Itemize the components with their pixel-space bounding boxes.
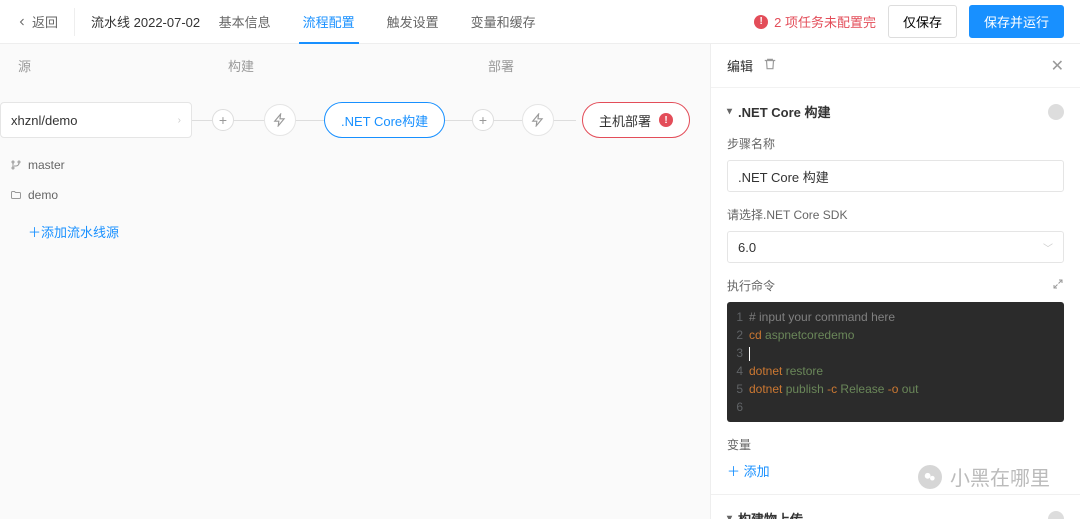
sdk-value: 6.0 xyxy=(738,240,756,255)
remove-artifact-button[interactable] xyxy=(1048,511,1064,519)
save-button[interactable]: 仅保存 xyxy=(888,5,957,38)
label-step-name: 步骤名称 xyxy=(727,135,1064,152)
source-dir: demo xyxy=(10,188,710,202)
tab-flow[interactable]: 流程配置 xyxy=(287,0,371,44)
tabs: 基本信息 流程配置 触发设置 变量和缓存 xyxy=(203,0,552,44)
tab-basic[interactable]: 基本信息 xyxy=(203,0,287,44)
bolt-icon xyxy=(273,113,287,127)
build-node-label: .NET Core构建 xyxy=(341,111,428,130)
code-line: # input your command here xyxy=(749,310,895,324)
source-node[interactable]: xhznl/demo › xyxy=(0,102,192,138)
chevron-left-icon xyxy=(16,16,28,28)
save-and-run-button[interactable]: 保存并运行 xyxy=(969,5,1064,38)
column-headers: 源 构建 部署 xyxy=(0,44,710,84)
label-sdk: 请选择.NET Core SDK xyxy=(727,206,1064,223)
deploy-node[interactable]: 主机部署 ! xyxy=(582,102,690,138)
folder-icon xyxy=(10,189,22,201)
delete-button[interactable] xyxy=(763,57,777,74)
back-button[interactable]: 返回 xyxy=(16,8,75,36)
col-build: 构建 xyxy=(210,44,470,84)
close-button[interactable]: ✕ xyxy=(1051,56,1064,76)
artifact-section-name: 构建物上传 xyxy=(738,509,803,519)
add-stage-button[interactable]: + xyxy=(472,109,494,131)
expand-button[interactable] xyxy=(1052,278,1064,293)
divider xyxy=(711,494,1080,495)
add-variable-button[interactable]: ＋ 添加 xyxy=(727,461,1064,480)
command-label-text: 执行命令 xyxy=(727,277,775,294)
warning-icon: ! xyxy=(754,15,768,29)
build-node[interactable]: .NET Core构建 xyxy=(324,102,445,138)
page-title: 流水线 2022-07-02 xyxy=(91,12,200,31)
col-deploy: 部署 xyxy=(470,44,710,84)
source-repo: xhznl/demo xyxy=(11,113,77,128)
sdk-select[interactable]: 6.0 ﹀ xyxy=(727,231,1064,263)
chevron-right-icon: › xyxy=(178,115,181,126)
panel-title: 编辑 xyxy=(727,56,753,75)
panel-header: 编辑 ✕ xyxy=(711,44,1080,88)
artifact-section-header[interactable]: ▾ 构建物上传 xyxy=(727,509,1064,519)
caret-down-icon: ▾ xyxy=(727,513,732,519)
step-name-input[interactable] xyxy=(727,160,1064,192)
pipeline-canvas[interactable]: 源 构建 部署 xhznl/demo › + .NET Core构建 + xyxy=(0,44,710,519)
command-editor[interactable]: 1# input your command here 2cd aspnetcor… xyxy=(727,302,1064,422)
add-source-label: 添加流水线源 xyxy=(41,225,119,240)
trash-icon xyxy=(763,57,777,71)
col-source: 源 xyxy=(0,44,210,84)
panel-body: ▾ .NET Core 构建 步骤名称 请选择.NET Core SDK 6.0… xyxy=(711,88,1080,519)
connector-line xyxy=(436,120,576,121)
chevron-down-icon: ﹀ xyxy=(1043,240,1053,255)
tab-trigger[interactable]: 触发设置 xyxy=(371,0,455,44)
add-stage-button[interactable]: + xyxy=(212,109,234,131)
tab-vars[interactable]: 变量和缓存 xyxy=(455,0,552,44)
dir-name: demo xyxy=(28,188,58,202)
trigger-icon-button[interactable] xyxy=(264,104,296,136)
deploy-node-label: 主机部署 xyxy=(599,111,651,130)
add-label: 添加 xyxy=(744,464,770,479)
back-label: 返回 xyxy=(32,12,58,31)
header-actions: ! 2 项任务未配置完 仅保存 保存并运行 xyxy=(754,5,1064,38)
trigger-icon-button[interactable] xyxy=(522,104,554,136)
source-branch: master xyxy=(10,158,710,172)
add-source-button[interactable]: ＋添加流水线源 xyxy=(28,222,710,241)
error-badge-icon: ! xyxy=(659,113,673,127)
label-command: 执行命令 xyxy=(727,277,1064,294)
config-warning[interactable]: ! 2 项任务未配置完 xyxy=(754,12,876,31)
caret-down-icon: ▾ xyxy=(727,106,732,117)
section-header[interactable]: ▾ .NET Core 构建 xyxy=(727,102,1064,121)
header: 返回 流水线 2022-07-02 基本信息 流程配置 触发设置 变量和缓存 !… xyxy=(0,0,1080,44)
expand-icon xyxy=(1052,278,1064,290)
edit-panel: 编辑 ✕ ▾ .NET Core 构建 步骤名称 请选择.NET Core SD… xyxy=(710,44,1080,519)
flow-row: xhznl/demo › + .NET Core构建 + 主机部署 ! xyxy=(0,102,710,142)
bolt-icon xyxy=(531,113,545,127)
branch-name: master xyxy=(28,158,65,172)
label-variables: 变量 xyxy=(727,436,1064,453)
remove-step-button[interactable] xyxy=(1048,104,1064,120)
warning-text: 2 项任务未配置完 xyxy=(774,12,876,31)
branch-icon xyxy=(10,159,22,171)
section-name: .NET Core 构建 xyxy=(738,102,830,121)
